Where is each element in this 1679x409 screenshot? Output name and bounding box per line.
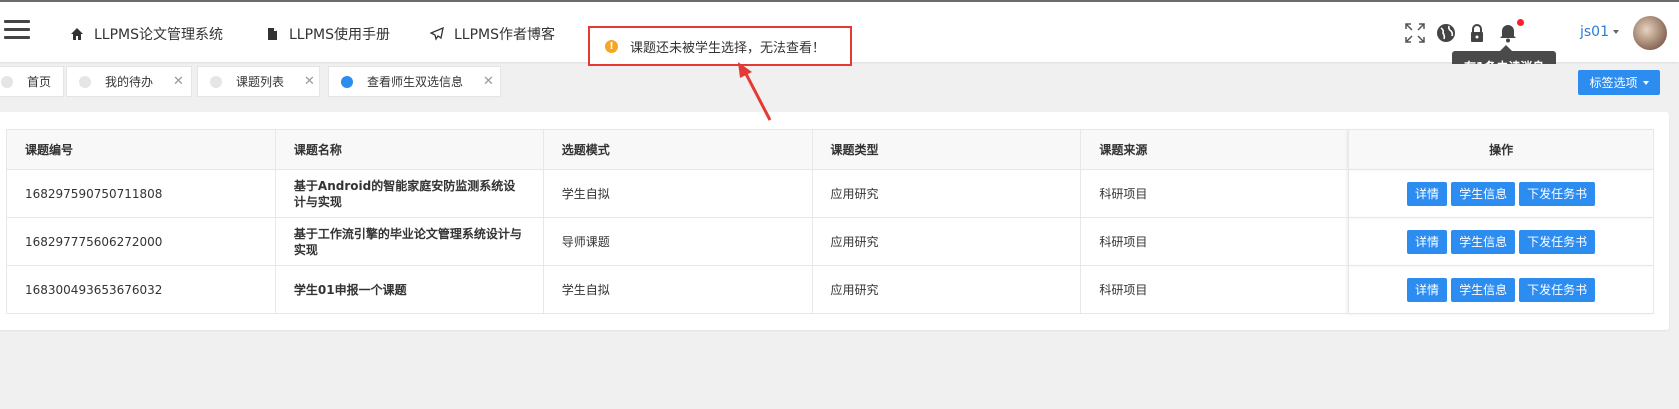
detail-button[interactable]: 详情 xyxy=(1407,181,1448,206)
tab-label: 我的待办 xyxy=(105,75,154,89)
tab-selection-info[interactable]: 查看师生双选信息 ✕ xyxy=(328,66,501,97)
cell-type: 应用研究 xyxy=(811,169,1082,218)
close-icon[interactable]: ✕ xyxy=(173,74,184,89)
tab-home[interactable]: 首页 xyxy=(0,66,64,97)
cell-source: 科研项目 xyxy=(1080,217,1350,266)
tag-options-label: 标签选项 xyxy=(1589,76,1638,90)
student-info-button[interactable]: 学生信息 xyxy=(1451,181,1516,206)
home-icon xyxy=(71,28,83,40)
nav-label-blog: LLPMS作者博客 xyxy=(454,27,556,43)
chevron-down-icon xyxy=(1642,80,1649,85)
header-mode[interactable]: 选题模式 xyxy=(542,129,813,170)
cell-type: 应用研究 xyxy=(811,217,1082,266)
toast-message: 课题还未被学生选择，无法查看！ xyxy=(630,40,826,56)
cell-actions: 详情 学生信息 下发任务书 xyxy=(1348,265,1654,314)
nav-label-system: LLPMS论文管理系统 xyxy=(94,27,224,43)
cell-source: 科研项目 xyxy=(1080,265,1350,314)
issue-task-button[interactable]: 下发任务书 xyxy=(1519,229,1596,254)
tab-label: 首页 xyxy=(27,75,52,89)
header-actions: 操作 xyxy=(1348,129,1654,170)
header-id[interactable]: 课题编号 xyxy=(6,129,276,170)
tab-label: 课题列表 xyxy=(236,75,285,89)
student-info-button[interactable]: 学生信息 xyxy=(1451,277,1516,302)
cell-name: 基于工作流引擎的毕业论文管理系统设计与实现 xyxy=(274,217,544,266)
topic-table: 课题编号 课题名称 选题模式 课题类型 课题来源 操作 168297590750… xyxy=(6,129,1654,314)
warning-message-toast: ! 课题还未被学生选择，无法查看！ xyxy=(588,26,852,66)
close-icon[interactable]: ✕ xyxy=(304,74,315,89)
content-panel: 课题编号 课题名称 选题模式 课题类型 课题来源 操作 168297590750… xyxy=(0,112,1669,330)
table-row: 1682975907507118​08 基于Android的智能家庭安防监测系统… xyxy=(6,169,1654,218)
tab-topic-list[interactable]: 课题列表 ✕ xyxy=(197,66,320,97)
warning-icon: ! xyxy=(605,39,618,53)
username: js01 xyxy=(1580,24,1609,40)
cell-type: 应用研究 xyxy=(811,265,1082,314)
chevron-down-icon xyxy=(1613,30,1619,34)
notification-bell[interactable] xyxy=(1497,19,1524,44)
tab-dot-icon xyxy=(210,75,222,88)
notification-dot xyxy=(1517,19,1524,26)
cell-mode: 导师课题 xyxy=(542,217,813,266)
cell-source: 科研项目 xyxy=(1080,169,1350,218)
cell-name: 学生01申报一个课题 xyxy=(274,265,544,314)
tab-todo[interactable]: 我的待办 ✕ xyxy=(66,66,192,97)
cell-id: 168297775606272000 xyxy=(6,217,276,266)
cell-id: 1682975907507118​08 xyxy=(6,169,276,218)
cell-id: 168300493653676032 xyxy=(6,265,276,314)
table-header-row: 课题编号 课题名称 选题模式 课题类型 课题来源 操作 xyxy=(6,129,1654,170)
header-type[interactable]: 课题类型 xyxy=(811,129,1082,170)
table-row: 168297775606272000 基于工作流引擎的毕业论文管理系统设计与实现… xyxy=(6,217,1654,266)
issue-task-button[interactable]: 下发任务书 xyxy=(1519,277,1596,302)
tab-label: 查看师生双选信息 xyxy=(367,75,464,89)
file-icon xyxy=(268,28,277,40)
cell-actions: 详情 学生信息 下发任务书 xyxy=(1348,169,1654,218)
nav-item-manual[interactable]: LLPMS使用手册 xyxy=(265,24,390,44)
cell-mode: 学生自拟 xyxy=(542,169,813,218)
header-source[interactable]: 课题来源 xyxy=(1080,129,1350,170)
menu-toggle-icon[interactable] xyxy=(4,20,30,40)
bell-icon xyxy=(1500,25,1516,43)
header-name[interactable]: 课题名称 xyxy=(274,129,544,170)
student-info-button[interactable]: 学生信息 xyxy=(1451,229,1516,254)
table-row: 168300493653676032 学生01申报一个课题 学生自拟 应用研究 … xyxy=(6,265,1654,314)
tag-options-button[interactable]: 标签选项 xyxy=(1578,70,1660,95)
tab-dot-icon xyxy=(79,75,91,88)
detail-button[interactable]: 详情 xyxy=(1407,229,1448,254)
detail-button[interactable]: 详情 xyxy=(1407,277,1448,302)
cell-actions: 详情 学生信息 下发任务书 xyxy=(1348,217,1654,266)
paper-plane-icon xyxy=(430,27,444,41)
fullscreen-icon[interactable] xyxy=(1404,22,1426,44)
tab-dot-icon xyxy=(1,75,13,88)
lock-icon[interactable] xyxy=(1466,22,1488,44)
annotation-arrow xyxy=(738,62,772,121)
nav-item-system[interactable]: LLPMS论文管理系统 xyxy=(70,24,223,44)
user-menu[interactable]: js01 xyxy=(1580,24,1619,40)
nav-label-manual: LLPMS使用手册 xyxy=(289,27,391,43)
cell-name: 基于Android的智能家庭安防监测系统设计与实现 xyxy=(274,169,544,218)
globe-icon[interactable] xyxy=(1435,22,1457,44)
tab-dot-icon xyxy=(341,75,353,88)
close-icon[interactable]: ✕ xyxy=(483,74,494,89)
nav-item-blog[interactable]: LLPMS作者博客 xyxy=(430,24,555,44)
tabs-bar: 首页 我的待办 ✕ 课题列表 ✕ 查看师生双选信息 ✕ xyxy=(0,64,1679,102)
cell-mode: 学生自拟 xyxy=(542,265,813,314)
avatar[interactable] xyxy=(1633,16,1667,50)
issue-task-button[interactable]: 下发任务书 xyxy=(1519,181,1596,206)
